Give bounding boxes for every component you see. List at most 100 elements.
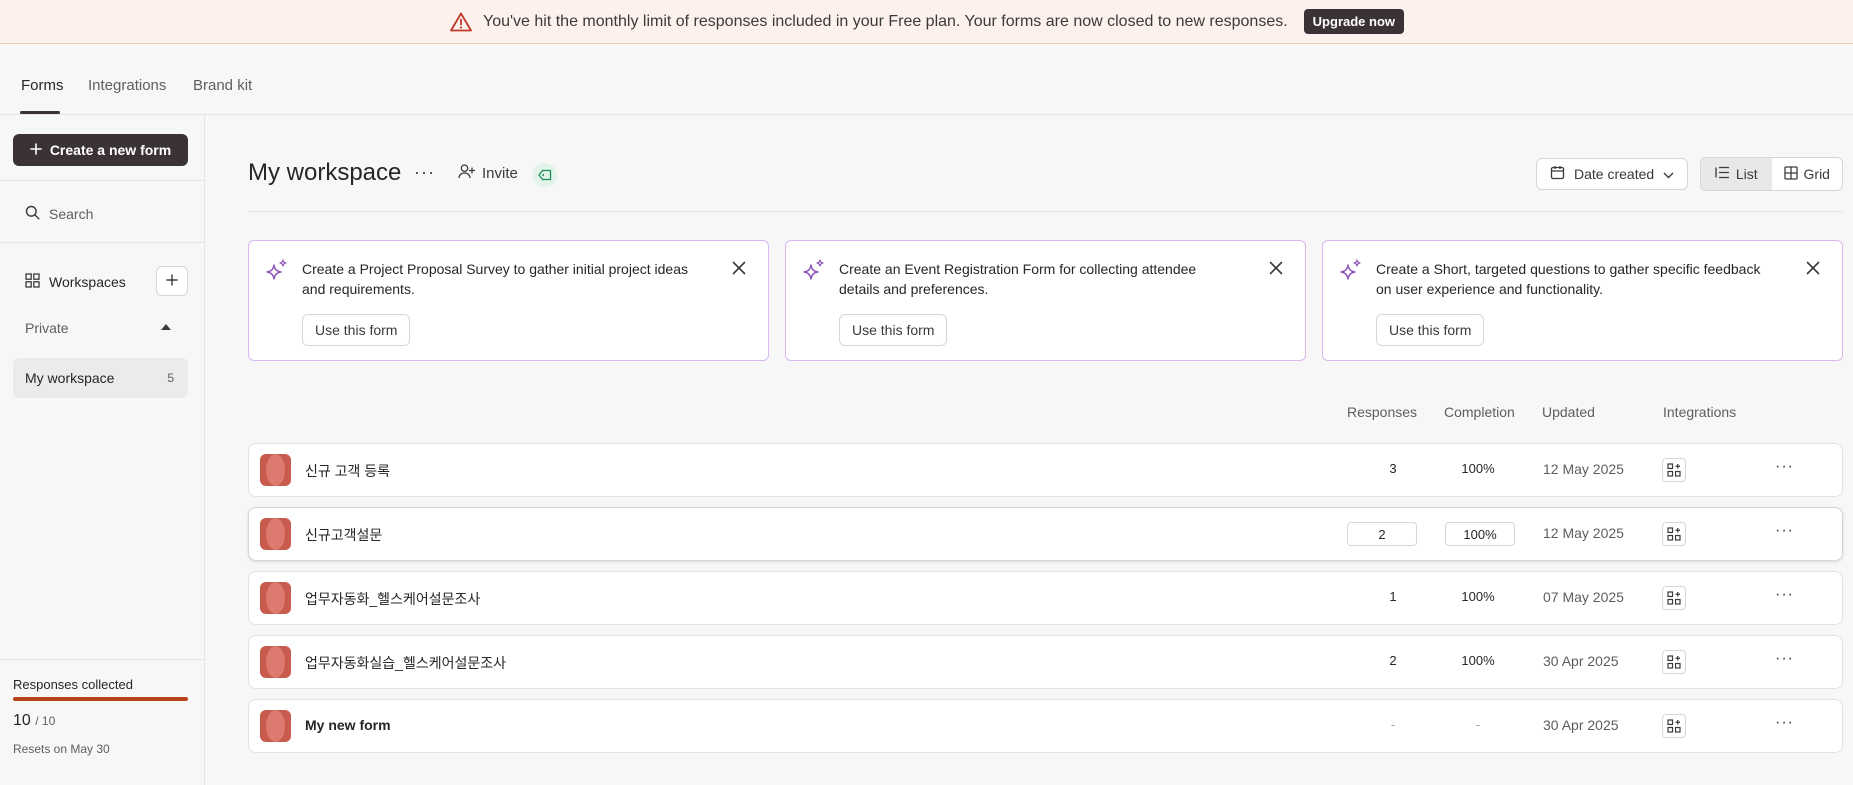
invite-button[interactable]: Invite <box>458 164 518 183</box>
chevron-down-icon <box>1663 166 1674 182</box>
use-this-form-button[interactable]: Use this form <box>839 314 948 346</box>
header-divider <box>248 211 1843 212</box>
updated-date: 30 Apr 2025 <box>1543 653 1619 669</box>
list-icon <box>1715 166 1730 182</box>
responses-count: 1 <box>1389 589 1397 604</box>
form-name: 신규 고객 등록 <box>305 463 391 479</box>
banner-message: You've hit the monthly limit of response… <box>482 12 1288 30</box>
responses-collected-panel: Responses collected 10 / 10 Resets on Ma… <box>0 659 205 785</box>
column-header-integrations: Integrations <box>1663 404 1737 420</box>
form-icon <box>260 582 291 614</box>
updated-date: 12 May 2025 <box>1543 461 1624 477</box>
view-toggle: List Grid <box>1700 157 1843 191</box>
row-more-icon[interactable]: ··· <box>1775 522 1794 540</box>
workspace-more-button[interactable]: ··· <box>414 162 435 183</box>
upgrade-now-button[interactable]: Upgrade now <box>1303 9 1405 34</box>
sidebar-search[interactable]: Search <box>25 205 93 223</box>
grid-view-label: Grid <box>1803 166 1830 182</box>
sort-label: Date created <box>1574 166 1655 182</box>
completion-rate: 100% <box>1461 589 1495 604</box>
plus-icon <box>166 273 178 290</box>
add-integration-icon[interactable] <box>1662 522 1686 546</box>
responses-count: - <box>1390 717 1396 732</box>
add-integration-icon[interactable] <box>1662 650 1686 674</box>
use-this-form-button[interactable]: Use this form <box>1376 314 1485 346</box>
table-row[interactable]: 신규 고객 등록 3 100% 12 May 2025 ··· <box>248 443 1843 497</box>
tab-integrations[interactable]: Integrations <box>88 77 166 94</box>
list-view-label: List <box>1735 166 1758 182</box>
add-workspace-button[interactable] <box>156 266 188 296</box>
plus-icon <box>30 142 42 158</box>
row-more-icon[interactable]: ··· <box>1775 586 1794 604</box>
completion-rate[interactable]: 100% <box>1445 522 1515 546</box>
add-integration-icon[interactable] <box>1662 586 1686 610</box>
warning-triangle-icon <box>449 10 473 34</box>
suggestion-text: Create a Project Proposal Survey to gath… <box>302 261 688 297</box>
suggestion-text: Create an Event Registration Form for co… <box>839 261 1197 297</box>
responses-usage-fill <box>13 697 188 701</box>
grid-icon <box>1783 165 1798 183</box>
row-more-icon[interactable]: ··· <box>1775 714 1794 732</box>
form-icon <box>260 518 291 550</box>
add-integration-icon[interactable] <box>1662 714 1686 738</box>
responses-collected-title: Responses collected <box>13 677 133 692</box>
sort-dropdown[interactable]: Date created <box>1536 158 1688 190</box>
form-name: 업무자동화_헬스케어설문조사 <box>305 591 481 607</box>
suggestion-card: Create a Project Proposal Survey to gath… <box>248 240 769 361</box>
use-this-form-button[interactable]: Use this form <box>302 314 411 346</box>
create-new-form-button[interactable]: Create a new form <box>13 134 188 166</box>
responses-used: 10 <box>13 712 31 729</box>
sparkle-icon <box>265 258 289 288</box>
active-tab-indicator <box>20 111 60 114</box>
top-tabs: Forms Integrations Brand kit <box>0 57 1853 115</box>
create-new-form-label: Create a new form <box>49 142 172 158</box>
table-row[interactable]: 신규고객설문 2 100% 12 May 2025 ··· <box>248 507 1843 561</box>
form-icon <box>260 454 291 486</box>
row-more-icon[interactable]: ··· <box>1775 458 1794 476</box>
table-row[interactable]: 업무자동화_헬스케어설문조사 1 100% 07 May 2025 ··· <box>248 571 1843 625</box>
updated-date: 30 Apr 2025 <box>1543 717 1619 733</box>
caret-up-icon[interactable] <box>161 324 171 330</box>
close-icon[interactable] <box>1269 261 1283 279</box>
private-section-label[interactable]: Private <box>25 320 69 336</box>
sidebar-divider <box>0 180 205 181</box>
tab-forms[interactable]: Forms <box>21 77 64 94</box>
responses-count: 10 / 10 <box>13 712 55 730</box>
list-view-button[interactable]: List <box>1701 158 1772 190</box>
column-header-completion[interactable]: Completion <box>1444 404 1515 420</box>
responses-usage-bar <box>13 697 188 701</box>
updated-date: 07 May 2025 <box>1543 589 1624 605</box>
responses-reset-text: Resets on May 30 <box>13 742 110 756</box>
workspace-form-count: 5 <box>167 371 174 385</box>
close-icon[interactable] <box>1806 261 1820 279</box>
table-row[interactable]: 업무자동화실습_헬스케어설문조사 2 100% 30 Apr 2025 ··· <box>248 635 1843 689</box>
page-title: My workspace <box>248 159 402 186</box>
form-name: 신규고객설문 <box>305 527 383 543</box>
form-name: My new form <box>305 717 391 733</box>
workspace-name: My workspace <box>25 370 115 386</box>
responses-count: 3 <box>1389 461 1397 476</box>
column-header-updated[interactable]: Updated <box>1542 404 1595 420</box>
form-name: 업무자동화실습_헬스케어설문조사 <box>305 655 506 671</box>
responses-count[interactable]: 2 <box>1347 522 1417 546</box>
workspaces-label: Workspaces <box>49 274 126 290</box>
suggestion-text: Create a Short, targeted questions to ga… <box>1376 261 1761 297</box>
form-icon <box>260 646 291 678</box>
close-icon[interactable] <box>732 261 746 279</box>
add-integration-icon[interactable] <box>1662 458 1686 482</box>
updated-date: 12 May 2025 <box>1543 525 1624 541</box>
completion-rate: - <box>1475 717 1481 732</box>
calendar-icon <box>1550 165 1565 183</box>
tag-icon[interactable] <box>533 163 557 187</box>
sparkle-icon <box>1339 258 1363 288</box>
row-more-icon[interactable]: ··· <box>1775 650 1794 668</box>
sidebar-divider <box>0 242 205 243</box>
column-header-responses[interactable]: Responses <box>1347 404 1417 420</box>
completion-rate: 100% <box>1461 653 1495 668</box>
grid-view-button[interactable]: Grid <box>1772 158 1843 190</box>
sidebar-item-my-workspace[interactable]: My workspace 5 <box>13 358 188 398</box>
table-row[interactable]: My new form - - 30 Apr 2025 ··· <box>248 699 1843 753</box>
add-user-icon <box>458 164 476 183</box>
tab-brand-kit[interactable]: Brand kit <box>193 77 252 94</box>
completion-rate: 100% <box>1461 461 1495 476</box>
